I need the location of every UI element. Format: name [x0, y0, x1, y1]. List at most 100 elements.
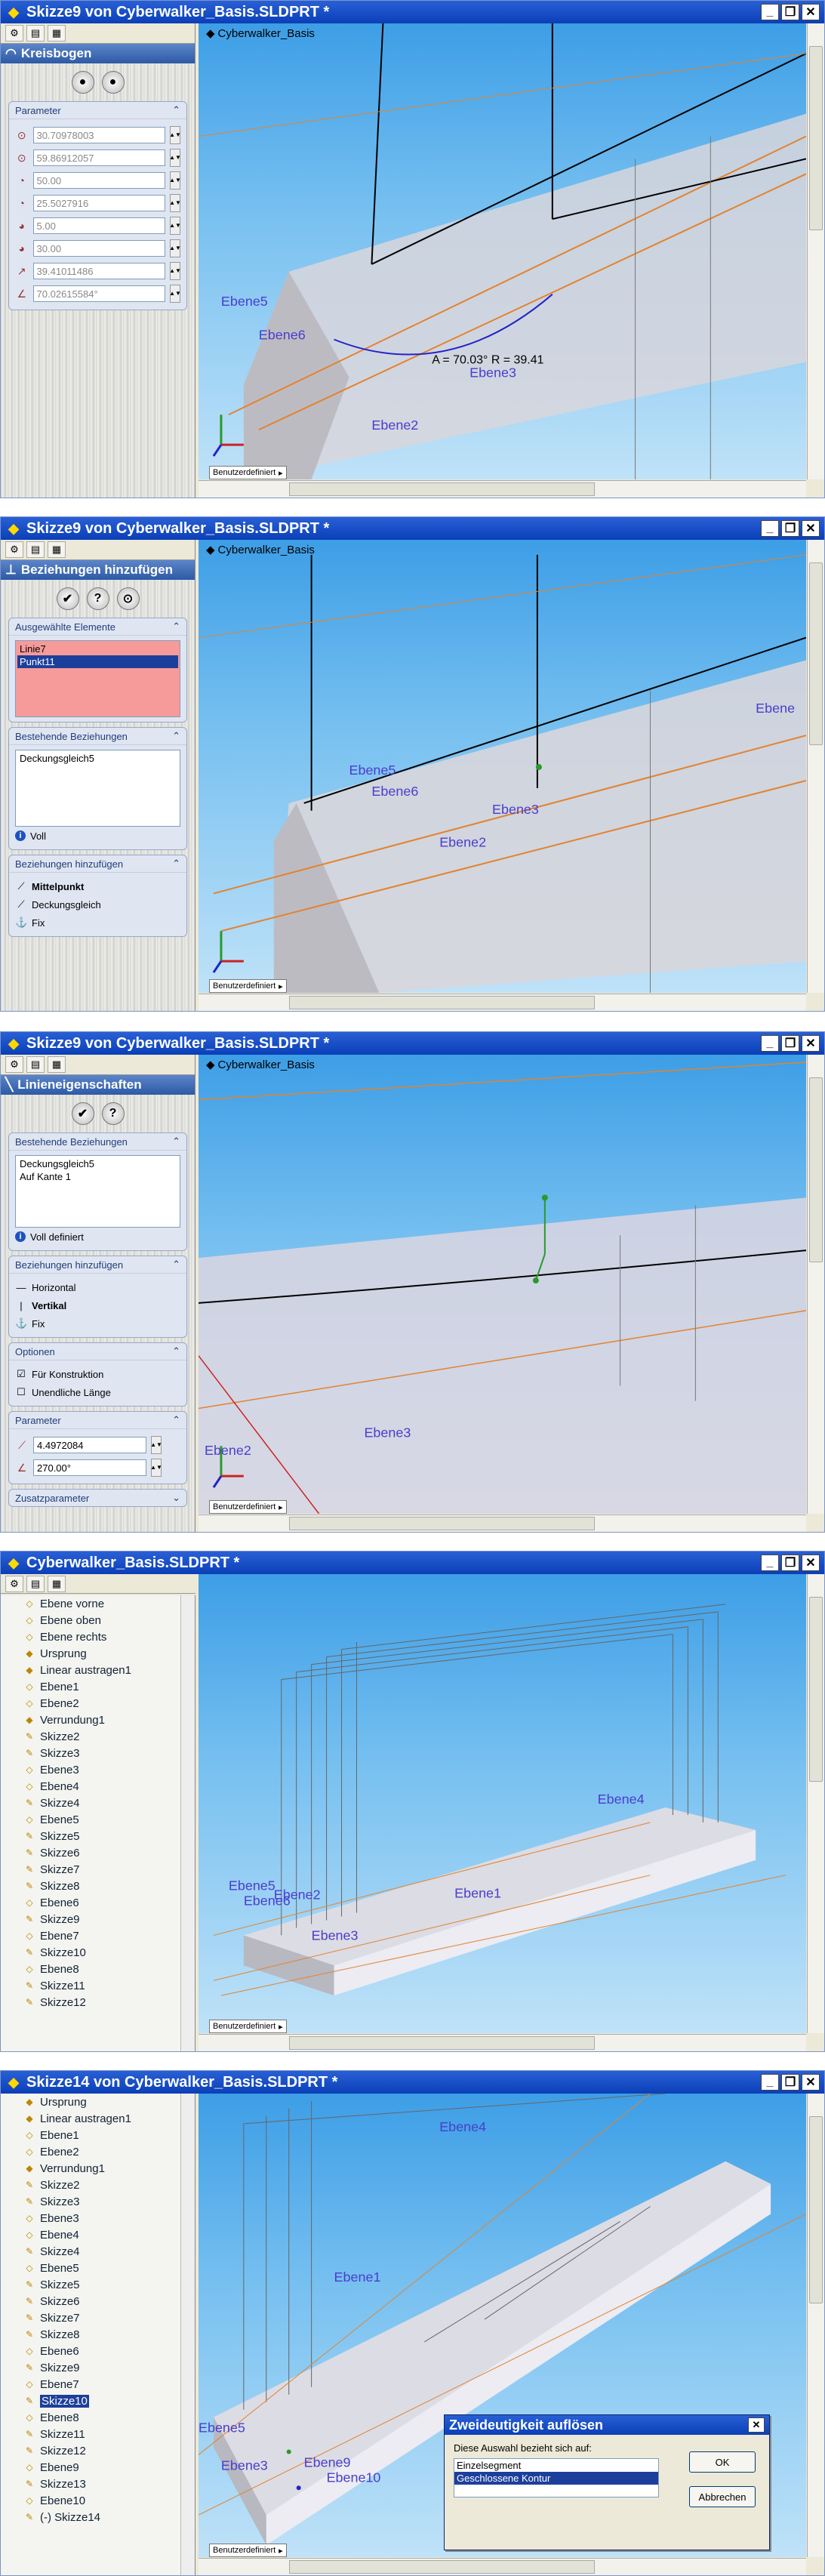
dialog-title-bar[interactable]: Zweideutigkeit auflösen ✕ — [445, 2415, 769, 2435]
spin-button[interactable]: ▲▼ — [169, 126, 181, 144]
spin-button[interactable]: ▲▼ — [169, 217, 181, 235]
ok-button[interactable]: ✔ — [56, 587, 79, 610]
collapse-icon[interactable]: ⌃ — [172, 1259, 180, 1271]
spin-button[interactable]: ▲▼ — [169, 194, 181, 212]
property-tab-icon[interactable]: ▤ — [26, 25, 45, 42]
relation-coincident[interactable]: ⟋ Deckungsgleich — [15, 895, 180, 914]
param-field[interactable]: 5.00 — [32, 217, 165, 234]
tree-item[interactable]: ◆ Verrundung1 — [1, 1712, 195, 1728]
relation-fix[interactable]: ⚓ Fix — [15, 914, 180, 932]
feature-tree-tab-icon[interactable]: ⚙ — [5, 1575, 23, 1592]
param-field[interactable]: 270.00° — [33, 1459, 146, 1476]
param-field[interactable]: 4.4972084 — [33, 1437, 146, 1453]
list-item[interactable]: Auf Kante 1 — [17, 1170, 178, 1183]
tree-item[interactable]: ✎ Skizze11 — [1, 2426, 195, 2442]
tree-item[interactable]: ◇ Ebene8 — [1, 2409, 195, 2426]
minimize-button[interactable]: _ — [761, 1035, 779, 1052]
tree-item[interactable]: ◆ Ursprung — [1, 1645, 195, 1662]
horizontal-scrollbar[interactable] — [199, 994, 806, 1011]
restore-button[interactable]: ❐ — [781, 2074, 799, 2091]
option-infinite-length[interactable]: ☐ Unendliche Länge — [15, 1383, 180, 1401]
property-tab-icon[interactable]: ▤ — [26, 1575, 45, 1592]
tree-item[interactable]: ◇ Ebene rechts — [1, 1628, 195, 1645]
cancel-button[interactable]: Abbrechen — [689, 2486, 756, 2507]
ok-button[interactable]: OK — [689, 2451, 756, 2473]
spin-button[interactable]: ▲▼ — [150, 1459, 162, 1477]
selected-entities-list[interactable]: Linie7 Punkt11 — [15, 640, 180, 717]
param-field[interactable]: 25.5027916 — [32, 195, 165, 211]
tree-item[interactable]: ◇ Ebene1 — [1, 1678, 195, 1695]
tree-item[interactable]: ✎ Skizze7 — [1, 2309, 195, 2326]
param-field[interactable]: 30.00 — [32, 240, 165, 257]
tree-item[interactable]: ◇ Ebene7 — [1, 2376, 195, 2393]
title-bar[interactable]: ◆ Skizze9 von Cyberwalker_Basis.SLDPRT *… — [1, 517, 824, 540]
cancel-button[interactable]: ● — [101, 71, 125, 94]
graphics-viewport[interactable]: Ebene5 Ebene6 Ebene3 Ebene2 A = 70.03° R… — [199, 23, 806, 479]
relation-horizontal[interactable]: — Horizontal — [15, 1278, 180, 1296]
close-button[interactable]: ✕ — [802, 520, 820, 537]
tree-item[interactable]: ◇ Ebene9 — [1, 2459, 195, 2476]
title-bar[interactable]: ◆ Skizze9 von Cyberwalker_Basis.SLDPRT *… — [1, 1, 824, 23]
graphics-viewport[interactable]: Ebene2 Ebene3 ◆ Cyberwalker_Basis — [199, 1055, 806, 1514]
view-tab[interactable]: Benutzerdefiniert ▸ — [209, 1500, 287, 1514]
vertical-scrollbar[interactable] — [807, 23, 824, 479]
list-item[interactable]: Deckungsgleich5 — [17, 752, 178, 765]
param-field[interactable]: 30.70978003 — [32, 127, 165, 143]
ok-button[interactable]: ● — [71, 71, 94, 94]
checkbox-checked-icon[interactable]: ☑ — [15, 1368, 27, 1380]
ok-button[interactable]: ✔ — [71, 1102, 94, 1125]
expand-icon[interactable]: ⌄ — [172, 1492, 180, 1504]
tree-item[interactable]: ✎ Skizze11 — [1, 1977, 195, 1994]
tree-item[interactable]: ◇ Ebene10 — [1, 2492, 195, 2509]
restore-button[interactable]: ❐ — [781, 4, 799, 20]
collapse-icon[interactable]: ⌃ — [172, 104, 180, 116]
minimize-button[interactable]: _ — [761, 1555, 779, 1571]
param-field[interactable]: 59.86912057 — [32, 149, 165, 166]
view-tab[interactable]: Benutzerdefiniert ▸ — [209, 2020, 287, 2033]
help-button[interactable]: ? — [86, 587, 109, 610]
tree-item[interactable]: ✎ Skizze2 — [1, 1728, 195, 1745]
close-button[interactable]: ✕ — [802, 2074, 820, 2091]
feature-tree-tab-icon[interactable]: ⚙ — [5, 25, 23, 42]
horizontal-scrollbar[interactable] — [199, 480, 806, 498]
pin-button[interactable]: ⊙ — [116, 587, 140, 610]
tree-item[interactable]: ✎ Skizze5 — [1, 1828, 195, 1844]
param-field[interactable]: 50.00 — [32, 172, 165, 189]
vertical-scrollbar[interactable] — [807, 2094, 824, 2557]
spin-button[interactable]: ▲▼ — [169, 285, 181, 303]
config-tab-icon[interactable]: ▦ — [48, 1575, 66, 1592]
tree-item[interactable]: ◇ Ebene3 — [1, 2210, 195, 2226]
list-item[interactable]: Punkt11 — [17, 655, 178, 668]
collapse-icon[interactable]: ⌃ — [172, 1414, 180, 1426]
tree-item[interactable]: ◆ Ursprung — [1, 2094, 195, 2110]
tree-item[interactable]: ✎ Skizze7 — [1, 1861, 195, 1878]
horizontal-scrollbar[interactable] — [199, 2034, 806, 2051]
tree-item[interactable]: ✎ Skizze9 — [1, 1911, 195, 1927]
tree-item[interactable]: ✎ Skizze5 — [1, 2276, 195, 2293]
close-button[interactable]: ✕ — [802, 4, 820, 20]
tree-scrollbar[interactable] — [180, 1595, 195, 2051]
config-tab-icon[interactable]: ▦ — [48, 25, 66, 42]
feature-tree[interactable]: ◆ Ursprung ◆ Linear austragen1 ◇ Ebene1 ◇ Ebene… — [1, 2094, 195, 2575]
tree-item[interactable]: ✎ Skizze3 — [1, 1745, 195, 1761]
feature-tree[interactable]: ◇ Ebene vorne ◇ Ebene oben ◇ Ebene rechts ◆ Urs… — [1, 1595, 195, 2051]
title-bar[interactable]: ◆ Cyberwalker_Basis.SLDPRT * _ ❐ ✕ — [1, 1551, 824, 1574]
minimize-button[interactable]: _ — [761, 2074, 779, 2091]
list-scrollbar[interactable] — [454, 2485, 658, 2497]
restore-button[interactable]: ❐ — [781, 520, 799, 537]
tree-scrollbar[interactable] — [180, 2094, 195, 2575]
existing-relations-list[interactable]: Deckungsgleich5 — [15, 750, 180, 827]
tree-item[interactable]: ✎ Skizze6 — [1, 2293, 195, 2309]
list-item[interactable]: Geschlossene Kontur — [454, 2472, 658, 2485]
title-bar[interactable]: ◆ Skizze14 von Cyberwalker_Basis.SLDPRT … — [1, 2071, 824, 2094]
relation-vertical[interactable]: | Vertikal — [15, 1296, 180, 1314]
spin-button[interactable]: ▲▼ — [169, 239, 181, 257]
minimize-button[interactable]: _ — [761, 520, 779, 537]
tree-item[interactable]: ✎ Skizze12 — [1, 2442, 195, 2459]
tree-item[interactable]: ✎ Skizze8 — [1, 1878, 195, 1894]
param-field[interactable]: 70.02615584° — [32, 285, 165, 302]
property-tab-icon[interactable]: ▤ — [26, 1056, 45, 1073]
collapse-icon[interactable]: ⌃ — [172, 1135, 180, 1148]
vertical-scrollbar[interactable] — [807, 1574, 824, 2033]
collapse-icon[interactable]: ⌃ — [172, 1345, 180, 1357]
